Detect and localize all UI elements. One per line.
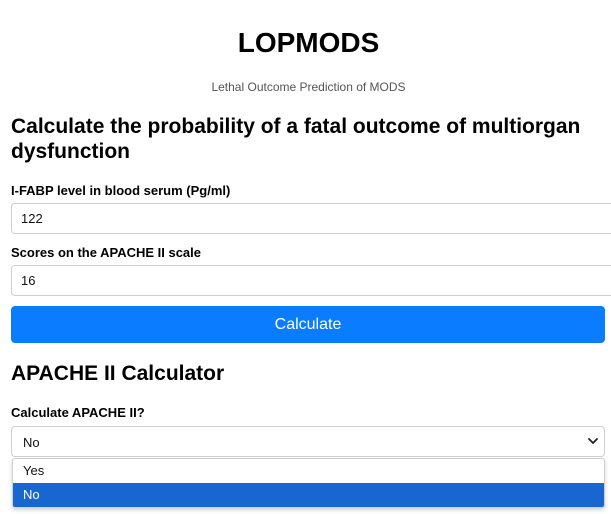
chevron-down-icon xyxy=(588,438,598,444)
apache-score-label: Scores on the APACHE II scale xyxy=(11,245,202,260)
apache-calculator-heading: APACHE II Calculator xyxy=(11,362,225,385)
fabp-input[interactable] xyxy=(11,203,611,234)
option-yes[interactable]: Yes xyxy=(13,459,604,483)
fabp-label: I-FABP level in blood serum (Pg/ml) xyxy=(11,183,231,198)
apache-score-input[interactable] xyxy=(11,265,611,296)
apache-select-label: Calculate APACHE II? xyxy=(11,405,145,420)
page: LOPMODS Lethal Outcome Prediction of MOD… xyxy=(0,0,611,514)
calculate-button[interactable]: Calculate xyxy=(11,306,605,343)
apache-select[interactable]: No xyxy=(11,426,605,457)
option-no[interactable]: No xyxy=(13,483,604,507)
calculator-heading: Calculate the probability of a fatal out… xyxy=(11,115,581,163)
apache-select-value: No xyxy=(23,435,40,450)
page-subtitle: Lethal Outcome Prediction of MODS xyxy=(211,80,406,94)
apache-select-dropdown: Yes No xyxy=(12,458,605,508)
page-title: LOPMODS xyxy=(237,27,380,58)
